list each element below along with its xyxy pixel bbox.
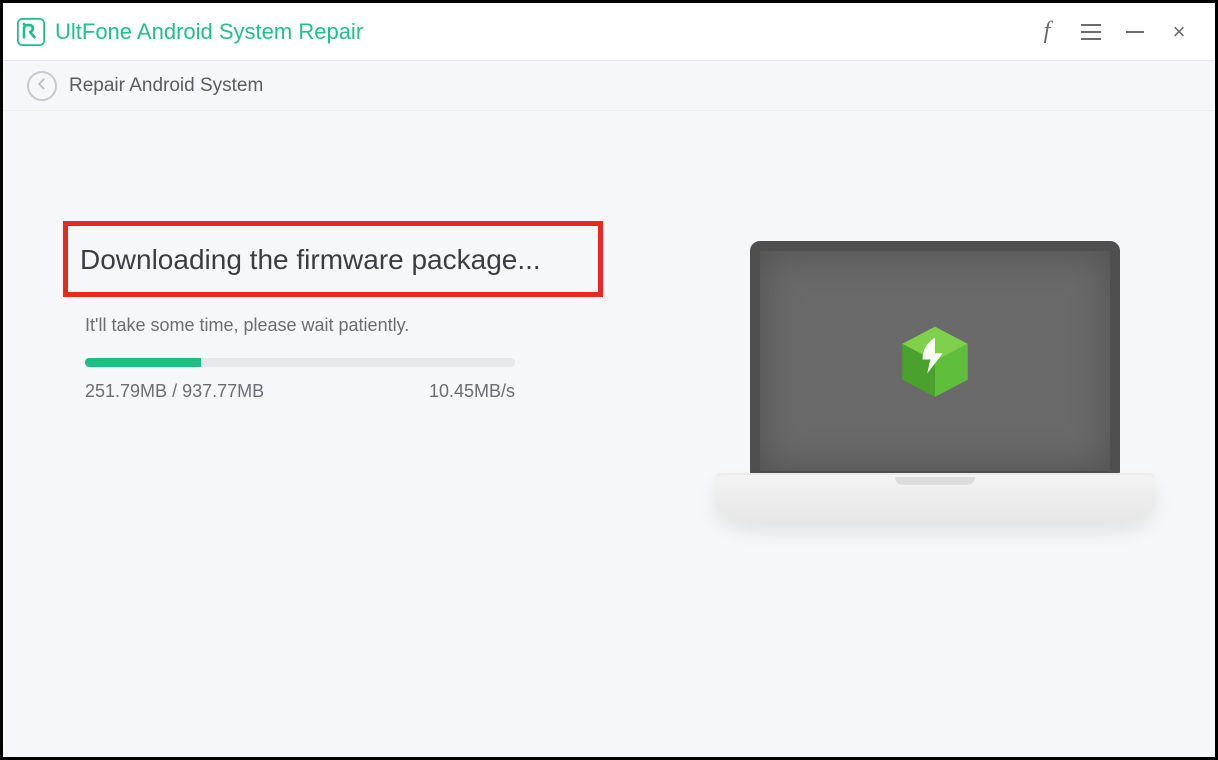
downloaded-value: 251.79MB — [85, 381, 167, 401]
minimize-icon — [1126, 31, 1144, 33]
app-title: UltFone Android System Repair — [55, 19, 363, 45]
download-headline: Downloading the firmware package... — [80, 244, 586, 276]
download-subtext: It'll take some time, please wait patien… — [85, 315, 603, 336]
download-size: 251.79MB / 937.77MB — [85, 381, 429, 402]
progress-wrap — [85, 358, 603, 367]
back-button[interactable] — [27, 71, 57, 101]
menu-icon — [1081, 24, 1101, 40]
titlebar: UltFone Android System Repair f × — [3, 3, 1215, 61]
download-stats: 251.79MB / 937.77MB 10.45MB/s — [85, 381, 515, 402]
app-window: UltFone Android System Repair f × Repair… — [0, 0, 1218, 760]
size-separator: / — [167, 381, 182, 401]
close-button[interactable]: × — [1157, 12, 1201, 52]
laptop-base — [715, 473, 1155, 523]
facebook-button[interactable]: f — [1025, 12, 1069, 52]
content-area: Downloading the firmware package... It'l… — [3, 111, 1215, 757]
download-cube-icon — [896, 322, 974, 400]
back-arrow-icon — [35, 77, 49, 95]
download-panel: Downloading the firmware package... It'l… — [63, 221, 603, 402]
subheader: Repair Android System — [3, 61, 1215, 111]
download-speed: 10.45MB/s — [429, 381, 515, 402]
total-value: 937.77MB — [182, 381, 264, 401]
breadcrumb: Repair Android System — [69, 75, 263, 97]
app-logo-icon — [17, 18, 45, 46]
laptop-illustration — [715, 241, 1155, 551]
laptop-screen — [750, 241, 1120, 481]
headline-highlight: Downloading the firmware package... — [63, 221, 603, 297]
facebook-icon: f — [1044, 18, 1051, 45]
progress-fill — [85, 358, 201, 367]
menu-button[interactable] — [1069, 12, 1113, 52]
close-icon: × — [1173, 19, 1186, 45]
minimize-button[interactable] — [1113, 12, 1157, 52]
progress-bar — [85, 358, 515, 367]
